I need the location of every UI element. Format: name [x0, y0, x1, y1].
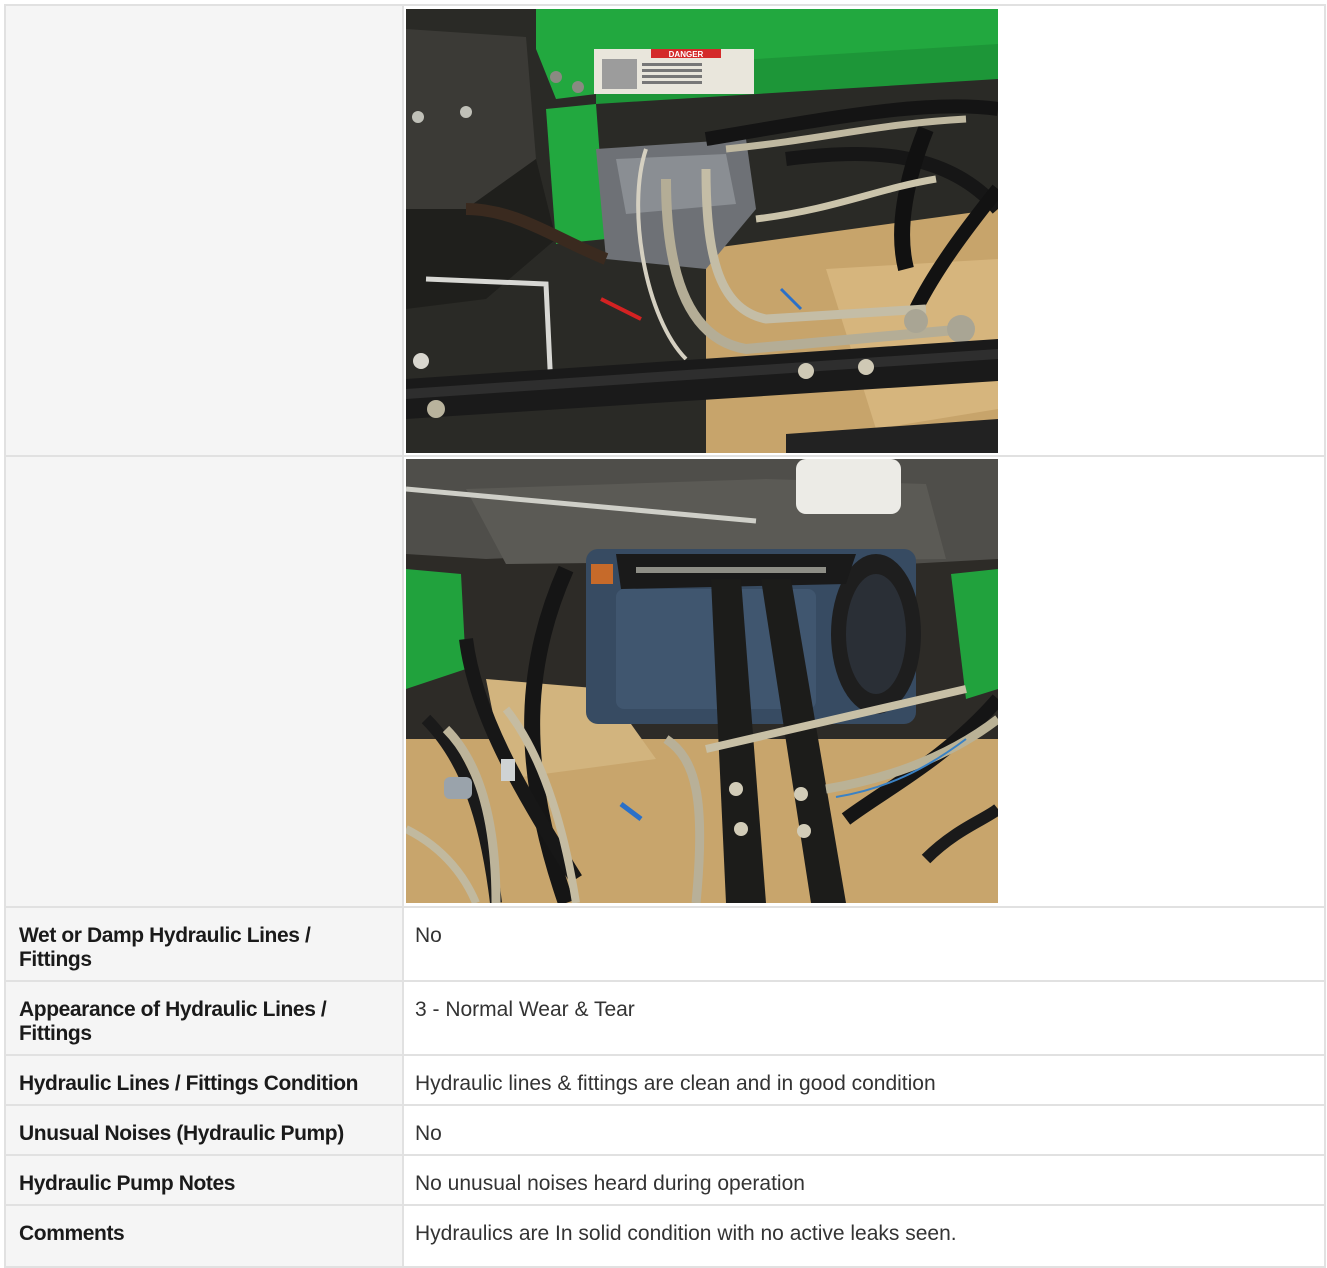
field-value: No	[415, 924, 442, 947]
field-value: No	[415, 1122, 442, 1145]
inspection-table: DANGER Wet or Damp Hydraulic Lines / Fit…	[4, 4, 1326, 1268]
table-row: Hydraulic Pump Notes No unusual noises h…	[4, 1154, 1326, 1206]
field-label: Wet or Damp Hydraulic Lines / Fittings	[19, 924, 311, 971]
table-row: Appearance of Hydraulic Lines / Fittings…	[4, 980, 1326, 1056]
field-value: Hydraulic lines & fittings are clean and…	[415, 1072, 936, 1095]
photo-cell: DANGER	[402, 4, 1326, 457]
table-row: Comments Hydraulics are In solid conditi…	[4, 1204, 1326, 1268]
photo-cell	[402, 455, 1326, 908]
hydraulic-lines-photo[interactable]: DANGER	[406, 9, 998, 453]
table-row: Hydraulic Lines / Fittings Condition Hyd…	[4, 1054, 1326, 1106]
photo-row-label-cell	[4, 4, 404, 457]
photo-row-1: DANGER	[4, 4, 1326, 457]
danger-label-text: DANGER	[669, 50, 704, 59]
field-value: 3 - Normal Wear & Tear	[415, 998, 635, 1021]
field-value: Hydraulics are In solid condition with n…	[415, 1222, 957, 1245]
field-label: Hydraulic Pump Notes	[19, 1172, 236, 1195]
field-label: Comments	[19, 1222, 125, 1245]
photo-row-2	[4, 455, 1326, 908]
field-label: Appearance of Hydraulic Lines / Fittings	[19, 998, 327, 1045]
field-label: Hydraulic Lines / Fittings Condition	[19, 1072, 359, 1095]
table-row: Wet or Damp Hydraulic Lines / Fittings N…	[4, 906, 1326, 982]
field-value: No unusual noises heard during operation	[415, 1172, 805, 1195]
photo-row-label-cell	[4, 455, 404, 908]
field-label: Unusual Noises (Hydraulic Pump)	[19, 1122, 344, 1145]
hydraulic-pump-photo[interactable]	[406, 459, 998, 903]
table-row: Unusual Noises (Hydraulic Pump) No	[4, 1104, 1326, 1156]
